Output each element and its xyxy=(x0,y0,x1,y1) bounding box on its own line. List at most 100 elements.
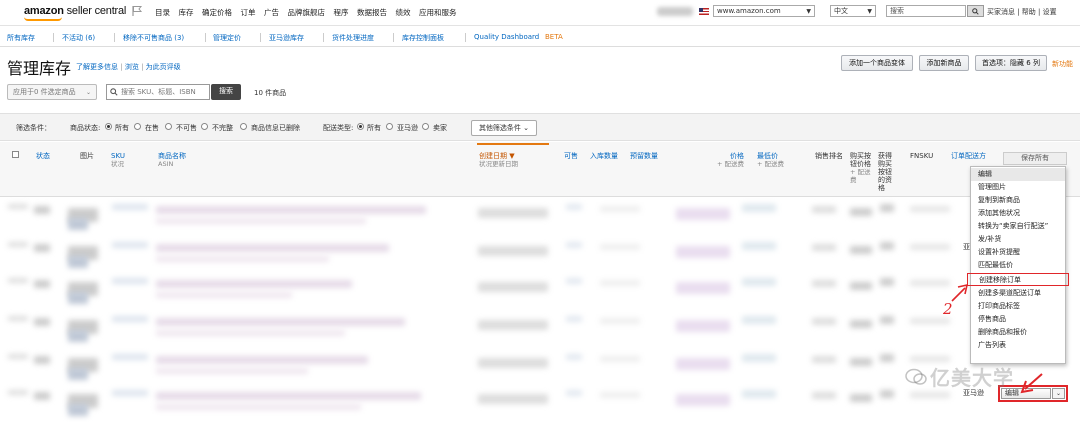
nav-item-performance[interactable]: 绩效 xyxy=(396,7,411,18)
table-header xyxy=(0,142,1080,197)
flag-icon[interactable] xyxy=(131,5,143,17)
blurred-cell xyxy=(676,320,730,332)
nav-item-orders[interactable]: 订单 xyxy=(241,7,256,18)
seller-central-logo[interactable]: amazon seller central xyxy=(24,5,126,17)
blurred-cell xyxy=(156,206,426,214)
fulfillment-filter-label: 配送类型: xyxy=(323,124,354,132)
col-fulfillment-channel[interactable]: 订单配送方 xyxy=(951,152,986,160)
fulfillment-radio-all[interactable] xyxy=(357,123,364,130)
blurred-cell xyxy=(112,204,148,210)
header-links[interactable]: 买家消息 | 帮助 | 设置 xyxy=(987,7,1057,17)
save-all-button[interactable]: 保存所有 xyxy=(1003,152,1067,165)
nav-item-pricing[interactable]: 确定价格 xyxy=(202,7,232,18)
blurred-cell xyxy=(34,244,50,252)
bulk-action-select[interactable]: 应用于0 件选定商品 ⌄ xyxy=(7,84,97,100)
blurred-cell xyxy=(112,316,148,322)
blurred-cell xyxy=(910,206,950,212)
nav-item-reports[interactable]: 数据报告 xyxy=(357,7,387,18)
marketplace-select[interactable]: www.amazon.com ▼ xyxy=(713,5,815,17)
divider xyxy=(323,33,324,42)
menu-item-add-condition[interactable]: 添加其他状况 xyxy=(971,207,1065,220)
blurred-cell xyxy=(566,390,582,396)
menu-item-close-listing[interactable]: 停售商品 xyxy=(971,313,1065,326)
nav-item-programs[interactable]: 程序 xyxy=(334,7,349,18)
inventory-search-button[interactable]: 搜索 xyxy=(211,84,241,100)
more-filters-button[interactable]: 其他筛选条件 ⌄ xyxy=(471,120,537,136)
preferences-button[interactable]: 首选项：隐藏 6 列 xyxy=(975,55,1047,71)
menu-item-print-labels[interactable]: 打印商品标签 xyxy=(971,300,1065,313)
blurred-cell xyxy=(478,358,548,368)
blurred-cell xyxy=(8,278,28,283)
col-product-name[interactable]: 商品名称 ASIN xyxy=(158,152,186,168)
tour-link[interactable]: 浏览 xyxy=(125,63,139,71)
menu-item-match-low-price[interactable]: 匹配最低价 xyxy=(971,259,1065,272)
col-inbound[interactable]: 入库数量 xyxy=(590,152,618,160)
blurred-cell xyxy=(812,280,836,287)
menu-item-copy-listing[interactable]: 复制到新商品 xyxy=(971,194,1065,207)
nav-item-inventory[interactable]: 库存 xyxy=(179,7,194,18)
col-price[interactable]: 价格 + 配送费 xyxy=(717,152,744,168)
blurred-cell xyxy=(850,394,872,402)
col-reserved[interactable]: 预留数量 xyxy=(630,152,658,160)
status-radio-inactive[interactable] xyxy=(165,123,172,130)
tab-inactive[interactable]: 不活动 (6) xyxy=(62,33,95,43)
blurred-cell xyxy=(68,368,88,380)
global-search-input[interactable]: 搜索 xyxy=(886,5,966,17)
status-radio-active[interactable] xyxy=(134,123,141,130)
tab-shipment-progress[interactable]: 货件处理进度 xyxy=(332,33,374,43)
col-created-date[interactable]: 创建日期 ▼ 状况更新日期 xyxy=(479,152,518,168)
blurred-cell xyxy=(112,278,148,284)
menu-item-restock-alert[interactable]: 设置补货提醒 xyxy=(971,246,1065,259)
filter-bar: 筛选条件： 商品状态: 所有 在售 不可售 不完整 商品信息已删除 配送类型: … xyxy=(0,113,1080,141)
page-title: 管理库存 xyxy=(7,59,72,78)
menu-item-edit[interactable]: 编辑 xyxy=(971,168,1065,181)
menu-item-delete-listing[interactable]: 删除商品和报价 xyxy=(971,326,1065,339)
nav-item-stores[interactable]: 品牌旗舰店 xyxy=(288,7,326,18)
col-available[interactable]: 可售 xyxy=(564,152,578,160)
tab-all-inventory[interactable]: 所有库存 xyxy=(7,33,35,43)
learn-more-link[interactable]: 了解更多信息 xyxy=(76,63,118,71)
col-sku[interactable]: SKU 状况 xyxy=(111,152,125,168)
blurred-cell xyxy=(910,318,950,324)
add-variation-button[interactable]: 添加一个商品变体 xyxy=(841,55,913,71)
nav-item-catalog[interactable]: 目录 xyxy=(155,7,170,18)
chevron-down-icon[interactable]: ⌄ xyxy=(1052,388,1065,399)
global-search-button[interactable] xyxy=(967,5,984,17)
blurred-cell xyxy=(600,318,640,324)
tab-inventory-dashboard[interactable]: 库存控制面板 xyxy=(402,33,444,43)
select-all-checkbox[interactable] xyxy=(12,151,19,158)
blurred-cell xyxy=(34,280,50,288)
rate-page-link[interactable]: 为此页评级 xyxy=(146,63,181,71)
menu-item-send-replenish[interactable]: 发/补货 xyxy=(971,233,1065,246)
new-feature-link[interactable]: 新功能 xyxy=(1052,59,1073,69)
menu-item-create-mcf-order[interactable]: 创建多渠道配送订单 xyxy=(971,287,1065,300)
blurred-cell xyxy=(156,318,405,326)
menu-item-advertise[interactable]: 广告列表 xyxy=(971,339,1065,352)
blurred-cell xyxy=(8,390,28,395)
fulfillment-radio-merchant[interactable] xyxy=(422,123,429,130)
col-status[interactable]: 状态 xyxy=(36,152,50,160)
col-min-price[interactable]: 最低价 + 配送费 xyxy=(757,152,784,168)
menu-item-convert-to-merchant[interactable]: 转换为“卖家自行配送” xyxy=(971,220,1065,233)
fulfillment-radio-amazon[interactable] xyxy=(386,123,393,130)
status-radio-deleted[interactable] xyxy=(240,123,247,130)
menu-item-create-removal-order[interactable]: 创建移除订单 xyxy=(967,273,1069,286)
tab-remove-unfulfillable[interactable]: 移除不可售商品 (3) xyxy=(123,33,184,43)
tab-manage-pricing[interactable]: 管理定价 xyxy=(213,33,241,43)
status-radio-incomplete[interactable] xyxy=(201,123,208,130)
chevron-down-icon: ⌄ xyxy=(523,124,530,132)
status-radio-all[interactable] xyxy=(105,123,112,130)
tab-amazon-inventory[interactable]: 亚马逊库存 xyxy=(269,33,304,43)
inventory-table-body xyxy=(0,198,970,422)
add-product-button[interactable]: 添加新商品 xyxy=(919,55,969,71)
menu-item-manage-images[interactable]: 管理图片 xyxy=(971,181,1065,194)
blurred-cell xyxy=(880,204,894,212)
inventory-search-input[interactable]: 搜索 SKU、标题、ISBN xyxy=(106,84,210,100)
tab-quality-dashboard[interactable]: Quality Dashboard xyxy=(474,33,539,41)
language-select[interactable]: 中文 ▼ xyxy=(830,5,876,17)
fulfillment-option-label: 亚马逊 xyxy=(397,124,418,132)
nav-item-apps[interactable]: 应用和服务 xyxy=(419,7,457,18)
amazon-smile-icon xyxy=(24,17,62,21)
blurred-cell xyxy=(850,208,872,216)
nav-item-advertising[interactable]: 广告 xyxy=(264,7,279,18)
